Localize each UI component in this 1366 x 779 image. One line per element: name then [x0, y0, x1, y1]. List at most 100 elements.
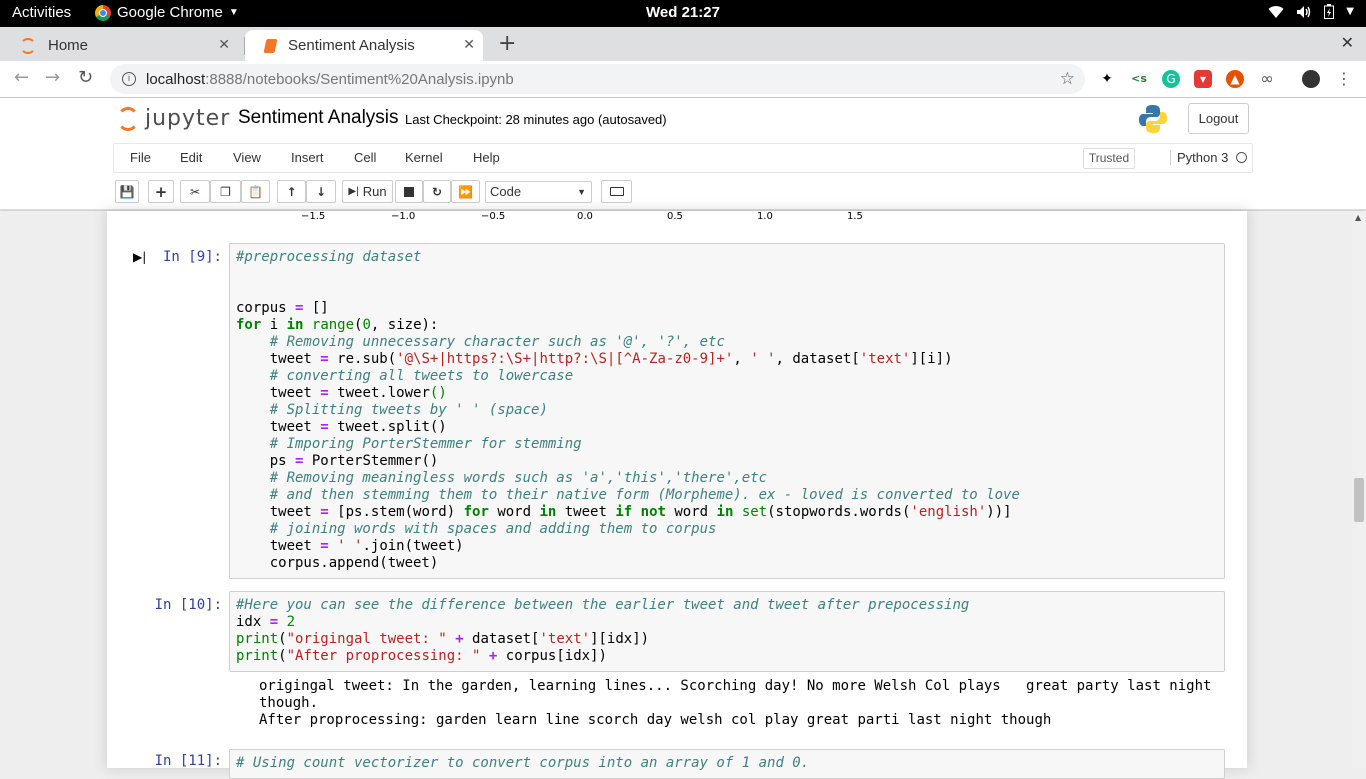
url-host: localhost — [146, 70, 206, 88]
browser-toolbar: ← → ↻ i localhost:8888/notebooks/Sentime… — [0, 61, 1366, 98]
plot-axis-tick: 0.5 — [667, 211, 683, 222]
url-path: :8888/notebooks/Sentiment%20Analysis.ipy… — [205, 70, 514, 88]
code-editor: # Using count vectorizer to convert corp… — [236, 755, 809, 772]
cell-prompt: In [11]: — [154, 753, 222, 769]
flame-extension-icon[interactable]: ▲ — [1226, 70, 1244, 88]
notebook-favicon — [263, 38, 278, 53]
tab-strip: Home ✕ Sentiment Analysis ✕ + ✕ — [0, 27, 1366, 61]
notebook-area: −1.5 −1.0 −0.5 0.0 0.5 1.0 1.5 ▶| In [9]… — [0, 211, 1366, 779]
stop-icon — [404, 186, 414, 197]
clock[interactable]: Wed 21:27 — [0, 4, 1366, 21]
menu-help[interactable]: Help — [473, 150, 500, 165]
jupyter-logo[interactable]: jupyter — [117, 106, 230, 131]
close-tab-icon[interactable]: ✕ — [463, 36, 475, 53]
menu-file[interactable]: File — [130, 150, 151, 165]
tab-sentiment-analysis[interactable]: Sentiment Analysis ✕ — [245, 30, 483, 61]
forward-arrow-icon[interactable]: → — [45, 67, 60, 88]
step-forward-icon: ▶| — [348, 186, 359, 197]
trusted-indicator[interactable]: Trusted — [1083, 148, 1135, 169]
run-label: Run — [362, 184, 387, 199]
tab-label: Home — [48, 37, 89, 54]
paste-icon: 📋 — [248, 184, 263, 199]
system-top-bar: Activities Google Chrome ▼ Wed 21:27 ▼ — [0, 0, 1366, 27]
github-extension-icon[interactable]: ✦ — [1098, 70, 1116, 88]
code-cell-input[interactable]: #Here you can see the difference between… — [229, 591, 1225, 672]
logout-button[interactable]: Logout — [1188, 103, 1249, 134]
autosave-text: (autosaved) — [597, 112, 667, 127]
profile-avatar[interactable] — [1302, 70, 1320, 88]
cut-button[interactable]: ✂ — [180, 180, 210, 203]
run-button[interactable]: ▶| Run — [342, 180, 393, 203]
page-scrollbar[interactable]: ▲ — [1352, 211, 1366, 768]
plot-axis-tick: 1.5 — [847, 211, 863, 222]
cell-prompt: In [10]: — [154, 597, 222, 613]
restart-button[interactable]: ↻ — [423, 180, 451, 203]
python-logo-icon — [1139, 105, 1167, 133]
command-palette-button[interactable] — [601, 180, 632, 203]
notebook-menubar: File Edit View Insert Cell Kernel Help T… — [113, 143, 1253, 173]
new-tab-button[interactable]: + — [498, 31, 516, 56]
plot-axis-tick: −1.0 — [391, 211, 416, 222]
plot-axis-tick: 1.0 — [757, 211, 773, 222]
arrow-up-icon: ↑ — [286, 184, 297, 199]
cell-output: origingal tweet: In the garden, learning… — [259, 678, 1212, 728]
code-extension-icon[interactable]: <s — [1130, 70, 1148, 88]
menu-view[interactable]: View — [233, 150, 261, 165]
plot-axis-tick: −0.5 — [481, 211, 506, 222]
save-icon: 💾 — [119, 184, 135, 199]
checkpoint-status: Last Checkpoint: 28 minutes ago (autosav… — [405, 112, 667, 127]
restart-icon: ↻ — [431, 184, 443, 199]
code-editor: #preprocessing dataset corpus = [] for i… — [236, 249, 1020, 571]
code-cell-input[interactable]: # Using count vectorizer to convert corp… — [229, 749, 1225, 779]
menu-insert[interactable]: Insert — [291, 150, 324, 165]
chevron-down-icon: ▼ — [577, 187, 586, 197]
wifi-icon — [1268, 5, 1284, 18]
code-editor: #Here you can see the difference between… — [236, 597, 970, 664]
window-close-icon[interactable]: ✕ — [1341, 33, 1354, 52]
copy-icon: ❐ — [220, 184, 231, 199]
back-arrow-icon[interactable]: ← — [14, 67, 29, 88]
copy-button[interactable]: ❐ — [210, 180, 241, 203]
notebook-container: −1.5 −1.0 −0.5 0.0 0.5 1.0 1.5 ▶| In [9]… — [107, 211, 1247, 779]
scissors-icon: ✂ — [189, 184, 201, 199]
infinity-extension-icon[interactable]: ∞ — [1258, 70, 1276, 88]
close-tab-icon[interactable]: ✕ — [218, 36, 230, 53]
tab-home[interactable]: Home ✕ — [0, 30, 238, 61]
move-up-button[interactable]: ↑ — [277, 180, 306, 203]
insert-cell-button[interactable]: + — [148, 180, 174, 203]
system-tray[interactable]: ▼ — [1268, 4, 1354, 19]
restart-run-all-button[interactable]: ⏩ — [451, 180, 480, 203]
checkpoint-text: Last Checkpoint: 28 minutes ago — [405, 112, 595, 127]
menu-edit[interactable]: Edit — [180, 150, 202, 165]
fast-forward-icon: ⏩ — [458, 184, 473, 199]
plus-icon: + — [154, 182, 168, 201]
interrupt-button[interactable] — [395, 180, 423, 203]
cell-prompt: In [9]: — [162, 249, 222, 265]
cell-type-select[interactable]: Code ▼ — [485, 181, 592, 203]
reload-icon[interactable]: ↻ — [78, 67, 93, 88]
tab-label: Sentiment Analysis — [288, 37, 415, 54]
menu-kernel[interactable]: Kernel — [405, 150, 443, 165]
jupyter-logo-icon — [117, 106, 139, 131]
pocket-extension-icon[interactable]: ▾ — [1194, 70, 1212, 88]
scroll-up-arrow-icon[interactable]: ▲ — [1355, 213, 1361, 222]
more-menu-icon[interactable]: ⋮ — [1335, 70, 1353, 88]
chevron-down-icon: ▼ — [1346, 6, 1354, 17]
move-down-button[interactable]: ↓ — [306, 180, 336, 203]
cell-type-value: Code — [490, 184, 522, 199]
menu-cell[interactable]: Cell — [354, 150, 376, 165]
keyboard-icon — [609, 187, 624, 196]
volume-icon — [1297, 5, 1311, 18]
paste-button[interactable]: 📋 — [241, 180, 270, 203]
bookmark-star-icon[interactable]: ☆ — [1060, 69, 1075, 89]
info-icon[interactable]: i — [122, 72, 136, 86]
code-comment: # Using count vectorizer to convert corp… — [236, 755, 810, 771]
kernel-name[interactable]: Python 3 — [1170, 150, 1228, 165]
battery-icon — [1324, 4, 1335, 19]
code-cell-input[interactable]: #preprocessing dataset corpus = [] for i… — [229, 243, 1225, 579]
scrollbar-thumb[interactable] — [1354, 478, 1364, 522]
save-button[interactable]: 💾 — [115, 180, 139, 203]
notebook-title[interactable]: Sentiment Analysis — [238, 107, 399, 129]
address-bar[interactable]: i localhost:8888/notebooks/Sentiment%20A… — [110, 64, 1085, 94]
grammarly-extension-icon[interactable]: G — [1162, 70, 1180, 88]
